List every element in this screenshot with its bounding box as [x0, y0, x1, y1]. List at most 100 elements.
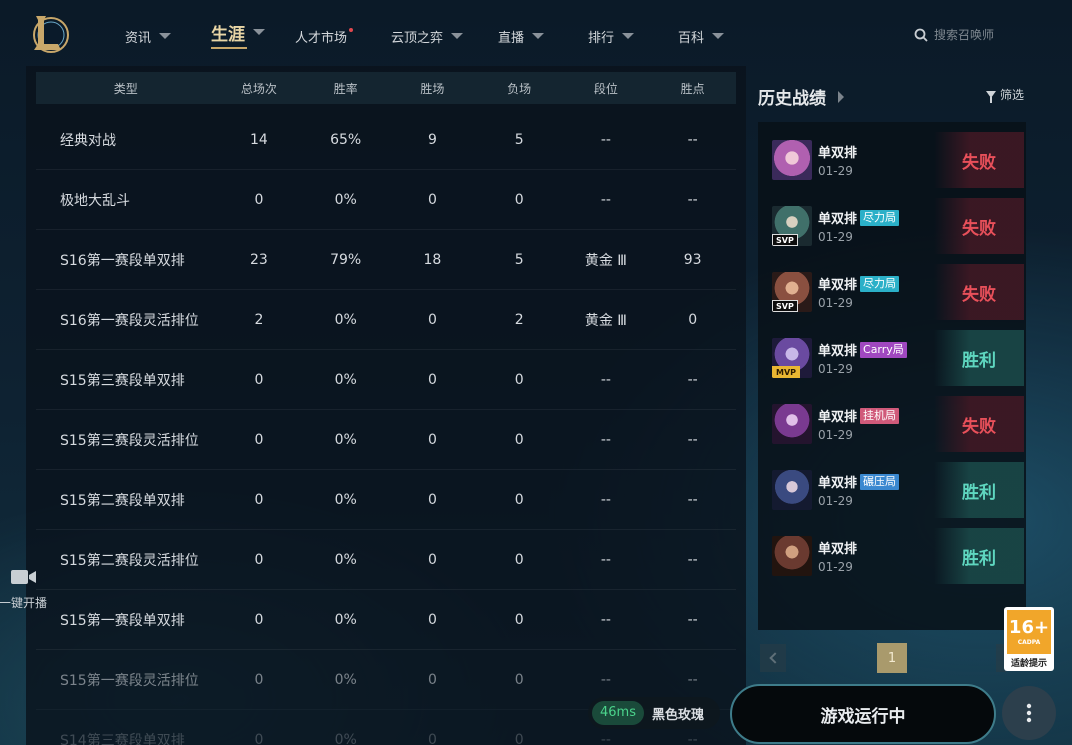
cadpa-logo: 16+ CADPA: [1007, 610, 1051, 654]
nav-career[interactable]: 生涯: [211, 22, 265, 49]
match-mode: 单双排: [818, 542, 858, 557]
one-click-live-button[interactable]: 一键开播: [0, 566, 48, 611]
table-cell: 0: [427, 311, 437, 328]
match-item[interactable]: MVP 单双排 Carry局 01-29 胜利: [766, 330, 1024, 386]
table-cell: 0: [514, 491, 524, 508]
match-item[interactable]: 单双排 01-29 失败: [766, 132, 1024, 188]
table-cell: 79%: [330, 251, 362, 268]
table-cell: 0%: [334, 191, 357, 208]
ping-indicator: 46ms: [592, 701, 644, 725]
table-cell: 0: [514, 431, 524, 448]
table-cell: --: [687, 431, 698, 448]
nav-live-label: 直播: [498, 30, 525, 46]
match-mode: 单双排: [818, 146, 858, 161]
table-cell: 0: [514, 191, 524, 208]
table-cell: --: [600, 731, 611, 745]
table-cell: 0: [254, 611, 264, 628]
champion-avatar: SVP: [772, 206, 812, 246]
live-label: 一键开播: [0, 596, 48, 610]
table-row: S15第三赛段单双排 0 0% 0 0 -- --: [36, 350, 736, 410]
match-label-tag: Carry局: [860, 341, 907, 358]
filter-label: 筛选: [1000, 88, 1025, 102]
table-cell: 0: [254, 191, 264, 208]
chevron-left-icon: [768, 652, 781, 664]
table-cell: 0: [254, 551, 264, 568]
match-mode: 单双排: [818, 278, 858, 293]
chevron-down-icon: [622, 33, 635, 39]
table-cell: 0: [254, 671, 264, 688]
nav-news-label: 资讯: [125, 30, 152, 46]
table-cell: S15第三赛段灵活排位: [60, 432, 199, 449]
table-cell: S14第三赛段单双排: [60, 732, 185, 745]
table-cell: S16第一赛段灵活排位: [60, 312, 199, 329]
stats-table-body: 经典对战 14 65% 9 5 -- -- 极地大乱斗 0 0% 0 0 -- -- S16第一赛段单双…: [36, 110, 736, 745]
match-date: 01-29: [818, 494, 853, 508]
svp-badge: SVP: [772, 234, 798, 246]
video-camera-icon: [11, 570, 36, 584]
match-date: 01-29: [818, 560, 853, 574]
svp-badge: SVP: [772, 300, 798, 312]
nav-news[interactable]: 资讯: [125, 26, 172, 46]
nav-tft-label: 云顶之弈: [391, 30, 444, 46]
chevron-right-icon: [838, 90, 844, 103]
match-item[interactable]: SVP 单双排 尽力局 01-29 失败: [766, 264, 1024, 320]
column-header: 总场次: [240, 81, 277, 96]
match-label-tag: 尽力局: [860, 275, 900, 292]
more-options-button[interactable]: [1002, 686, 1056, 740]
match-mode: 单双排: [818, 212, 858, 227]
table-cell: --: [600, 611, 611, 628]
champion-avatar: SVP: [772, 272, 812, 312]
nav-ranking[interactable]: 排行: [588, 26, 635, 46]
match-item[interactable]: 单双排 01-29 胜利: [766, 528, 1024, 584]
nav-tft[interactable]: 云顶之弈: [391, 26, 464, 46]
page-number-button[interactable]: 1: [877, 643, 907, 673]
table-cell: 黄金 Ⅲ: [584, 312, 627, 329]
table-cell: 93: [683, 251, 702, 268]
table-cell: 0: [688, 311, 698, 328]
table-cell: 0: [427, 371, 437, 388]
table-cell: 2: [254, 311, 264, 328]
match-mode: 单双排: [818, 476, 858, 491]
more-vertical-icon: [1026, 703, 1032, 723]
nav-live[interactable]: 直播: [498, 26, 545, 46]
table-cell: 18: [423, 251, 442, 268]
match-result: 失败: [934, 198, 1024, 254]
filter-button[interactable]: 筛选: [986, 86, 1024, 103]
match-mode: 单双排: [818, 410, 858, 425]
match-date: 01-29: [818, 428, 853, 442]
table-cell: 5: [514, 251, 524, 268]
summoner-search-input[interactable]: [934, 28, 1016, 42]
table-cell: 0: [514, 611, 524, 628]
nav-wiki-label: 百科: [678, 30, 705, 46]
table-cell: --: [600, 131, 611, 148]
table-cell: --: [687, 671, 698, 688]
prev-page-button[interactable]: [760, 644, 786, 672]
match-item[interactable]: SVP 单双排 尽力局 01-29 失败: [766, 198, 1024, 254]
nav-talent-market[interactable]: 人才市场: [295, 26, 354, 46]
chevron-down-icon: [159, 33, 172, 39]
age-rating-org: CADPA: [1017, 638, 1041, 646]
match-result: 胜利: [934, 462, 1024, 518]
game-running-button[interactable]: 游戏运行中: [730, 684, 996, 744]
match-item[interactable]: 单双排 碾压局 01-29 胜利: [766, 462, 1024, 518]
table-cell: 0: [427, 611, 437, 628]
history-title[interactable]: 历史战绩: [758, 84, 844, 109]
champion-avatar: [772, 470, 812, 510]
filter-icon: [986, 91, 996, 103]
match-item[interactable]: 单双排 挂机局 01-29 失败: [766, 396, 1024, 452]
search-icon[interactable]: [914, 28, 928, 42]
lol-logo-icon[interactable]: [28, 12, 70, 54]
table-cell: 0: [514, 371, 524, 388]
table-cell: 0: [427, 731, 437, 745]
table-cell: --: [600, 191, 611, 208]
table-cell: 0: [254, 491, 264, 508]
nav-wiki[interactable]: 百科: [678, 26, 725, 46]
table-cell: --: [600, 671, 611, 688]
table-cell: 0%: [334, 431, 357, 448]
table-cell: --: [687, 191, 698, 208]
match-label-tag: 碾压局: [860, 473, 900, 490]
table-cell: 0: [427, 551, 437, 568]
table-row: 经典对战 14 65% 9 5 -- --: [36, 110, 736, 170]
table-cell: --: [687, 611, 698, 628]
table-cell: 23: [250, 251, 268, 268]
